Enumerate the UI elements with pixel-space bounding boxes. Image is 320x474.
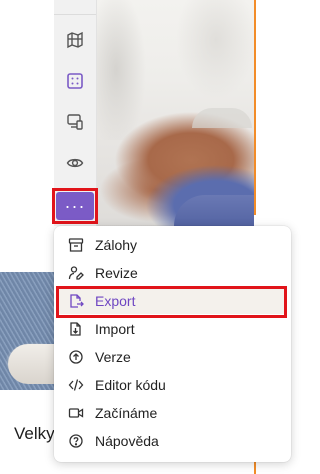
responsive-view-button[interactable] bbox=[60, 107, 90, 137]
import-file-icon bbox=[67, 320, 85, 338]
menu-item-revisions[interactable]: Revize bbox=[58, 260, 287, 286]
menu-item-getting-started[interactable]: Začínáme bbox=[58, 400, 287, 426]
video-icon bbox=[67, 404, 85, 422]
help-icon bbox=[67, 432, 85, 450]
sleeve-edge bbox=[192, 108, 252, 128]
preview-button[interactable] bbox=[60, 148, 90, 178]
menu-item-import[interactable]: Import bbox=[58, 316, 287, 342]
menu-item-label: Import bbox=[95, 321, 135, 337]
model-photo bbox=[96, 0, 254, 226]
menu-item-backups[interactable]: Zálohy bbox=[58, 232, 287, 258]
product-title: Velky bbox=[14, 424, 55, 443]
menu-item-label: Editor kódu bbox=[95, 377, 166, 393]
menu-item-version[interactable]: Verze bbox=[58, 344, 287, 370]
rail-divider bbox=[54, 14, 96, 15]
canvas-guide-line bbox=[254, 0, 256, 215]
menu-item-label: Verze bbox=[95, 349, 131, 365]
version-arrow-icon bbox=[67, 348, 85, 366]
more-options-menu: Zálohy Revize Export Import Verze Editor… bbox=[54, 226, 291, 462]
menu-item-label: Export bbox=[95, 293, 136, 309]
preview-eye-icon bbox=[66, 154, 84, 172]
code-icon bbox=[67, 376, 85, 394]
menu-item-label: Zálohy bbox=[95, 237, 138, 253]
navigator-button[interactable] bbox=[60, 25, 90, 55]
archive-icon bbox=[67, 236, 85, 254]
jeans-product-photo bbox=[0, 272, 56, 390]
menu-item-label: Začínáme bbox=[95, 405, 158, 421]
canvas-guide-line-bottom bbox=[254, 460, 256, 474]
shoe-detail bbox=[8, 344, 56, 384]
user-edit-icon bbox=[67, 264, 85, 282]
export-file-icon bbox=[67, 292, 85, 310]
select-tool-button[interactable] bbox=[60, 66, 90, 96]
responsive-devices-icon bbox=[66, 113, 84, 131]
more-dots-icon: ··· bbox=[56, 192, 94, 220]
menu-item-help[interactable]: Nápověda bbox=[58, 428, 287, 454]
menu-item-code-editor[interactable]: Editor kódu bbox=[58, 372, 287, 398]
grid-select-icon bbox=[66, 72, 84, 90]
menu-item-label: Nápověda bbox=[95, 433, 159, 449]
menu-item-label: Revize bbox=[95, 265, 138, 281]
jeans-area bbox=[174, 195, 254, 226]
menu-item-export[interactable]: Export bbox=[58, 288, 287, 314]
more-options-button[interactable]: ··· bbox=[52, 188, 98, 224]
map-icon bbox=[66, 31, 84, 49]
